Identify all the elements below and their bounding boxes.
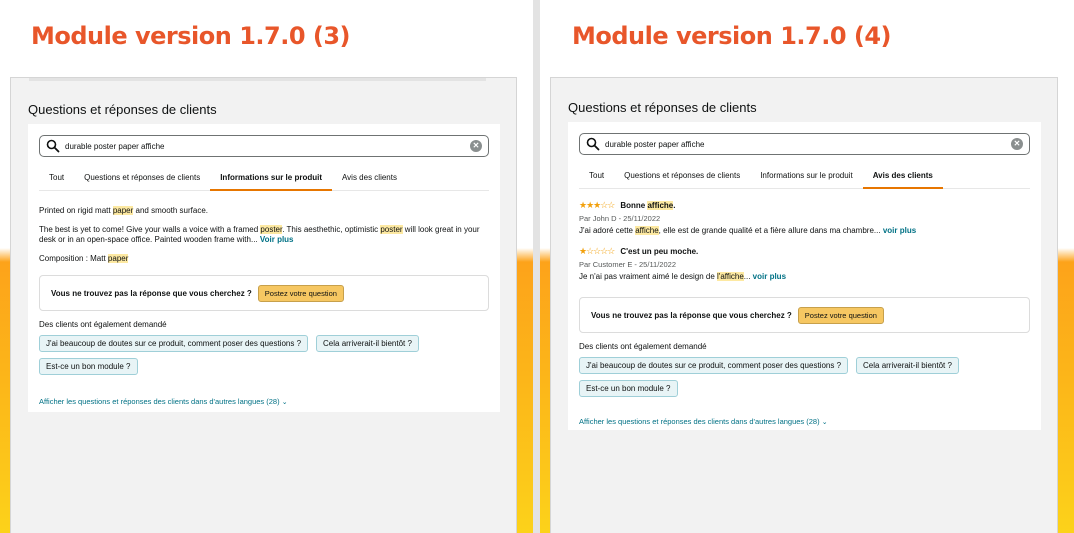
review-title[interactable]: Bonne affiche. — [620, 201, 676, 210]
search-value: durable poster paper affiche — [605, 139, 705, 149]
tab-all[interactable]: Tout — [579, 169, 614, 189]
review-header: ★★★☆☆ Bonne affiche. — [579, 200, 1030, 211]
tab-bar: Tout Questions et réponses de clients In… — [39, 171, 489, 191]
post-question-button[interactable]: Postez votre question — [257, 284, 344, 302]
product-info-line-1: Printed on rigid matt paper and smooth s… — [39, 206, 208, 215]
suggested-question[interactable]: Est-ce un bon module ? — [39, 358, 138, 375]
clear-icon[interactable]: ✕ — [1011, 138, 1023, 150]
clear-icon[interactable]: ✕ — [470, 140, 482, 152]
right-heading: Module version 1.7.0 (4) — [572, 22, 892, 50]
search-input[interactable]: durable poster paper affiche ✕ — [579, 133, 1030, 155]
tab-qa[interactable]: Questions et réponses de clients — [614, 169, 750, 189]
tab-all[interactable]: Tout — [39, 171, 74, 191]
review-meta: Par Customer E - 25/11/2022 — [579, 260, 676, 269]
suggested-question[interactable]: Est-ce un bon module ? — [579, 380, 678, 397]
suggested-question[interactable]: J'ai beaucoup de doutes sur ce produit, … — [39, 335, 309, 352]
left-panel: Module version 1.7.0 (3) Questions et ré… — [0, 0, 533, 533]
star-rating-icon: ★★★☆☆ — [579, 200, 615, 210]
product-info-line-3: Composition : Matt paper — [39, 254, 129, 263]
review-item: ★☆☆☆☆ C'est un peu moche. Par Customer E … — [579, 246, 1030, 281]
qa-card: durable poster paper affiche ✕ Tout Ques… — [28, 124, 500, 412]
search-icon — [586, 137, 600, 151]
chevron-down-icon: ⌄ — [821, 419, 828, 426]
tab-product-info[interactable]: Informations sur le produit — [750, 169, 863, 189]
tab-reviews[interactable]: Avis des clients — [332, 171, 407, 191]
search-input[interactable]: durable poster paper affiche ✕ — [39, 135, 489, 157]
review-title[interactable]: C'est un peu moche. — [620, 247, 698, 256]
search-icon — [46, 139, 60, 153]
product-info-line-2: The best is yet to come! Give your walls… — [39, 225, 480, 244]
star-rating-icon: ★☆☆☆☆ — [579, 246, 615, 256]
review-meta: Par John D - 25/11/2022 — [579, 214, 661, 223]
suggested-question[interactable]: Cela arriverait-il bientôt ? — [316, 335, 419, 352]
other-languages-link[interactable]: Afficher les questions et réponses des c… — [39, 397, 489, 406]
tab-qa[interactable]: Questions et réponses de clients — [74, 171, 210, 191]
also-asked-label: Des clients ont également demandé — [39, 320, 167, 329]
suggested-question[interactable]: Cela arriverait-il bientôt ? — [856, 357, 959, 374]
see-more-link[interactable]: Voir plus — [260, 235, 294, 244]
also-asked-list: J'ai beaucoup de doutes sur ce produit, … — [39, 335, 489, 381]
see-more-link[interactable]: voir plus — [753, 272, 786, 281]
see-more-link[interactable]: voir plus — [883, 226, 916, 235]
right-screenshot-frame: Questions et réponses de clients durable… — [550, 77, 1058, 533]
tab-bar: Tout Questions et réponses de clients In… — [579, 169, 1030, 189]
frame-top-bar — [29, 78, 486, 81]
left-heading: Module version 1.7.0 (3) — [31, 22, 351, 50]
panel-divider — [533, 0, 540, 533]
also-asked-label: Des clients ont également demandé — [579, 342, 707, 351]
search-value: durable poster paper affiche — [65, 141, 165, 151]
ask-question-box: Vous ne trouvez pas la réponse que vous … — [579, 297, 1030, 333]
review-item: ★★★☆☆ Bonne affiche. Par John D - 25/11/2… — [579, 200, 1030, 235]
post-question-button[interactable]: Postez votre question — [797, 306, 884, 324]
section-title: Questions et réponses de clients — [28, 102, 217, 117]
section-title: Questions et réponses de clients — [568, 100, 757, 115]
other-languages-link[interactable]: Afficher les questions et réponses des c… — [579, 417, 1030, 426]
review-header: ★☆☆☆☆ C'est un peu moche. — [579, 246, 1030, 257]
ask-prompt: Vous ne trouvez pas la réponse que vous … — [591, 310, 792, 320]
right-panel: Module version 1.7.0 (4) Questions et ré… — [540, 0, 1074, 533]
left-screenshot-frame: Questions et réponses de clients durable… — [10, 77, 517, 533]
review-text: J'ai adoré cette affiche, elle est de gr… — [579, 226, 917, 235]
suggested-question[interactable]: J'ai beaucoup de doutes sur ce produit, … — [579, 357, 849, 374]
review-text: Je n'ai pas vraiment aimé le design de l… — [579, 272, 787, 281]
ask-prompt: Vous ne trouvez pas la réponse que vous … — [51, 288, 252, 298]
qa-card: durable poster paper affiche ✕ Tout Ques… — [568, 122, 1041, 430]
tab-product-info[interactable]: Informations sur le produit — [210, 171, 332, 191]
chevron-down-icon: ⌄ — [281, 399, 288, 406]
also-asked-list: J'ai beaucoup de doutes sur ce produit, … — [579, 357, 1030, 403]
ask-question-box: Vous ne trouvez pas la réponse que vous … — [39, 275, 489, 311]
tab-reviews[interactable]: Avis des clients — [862, 169, 943, 189]
